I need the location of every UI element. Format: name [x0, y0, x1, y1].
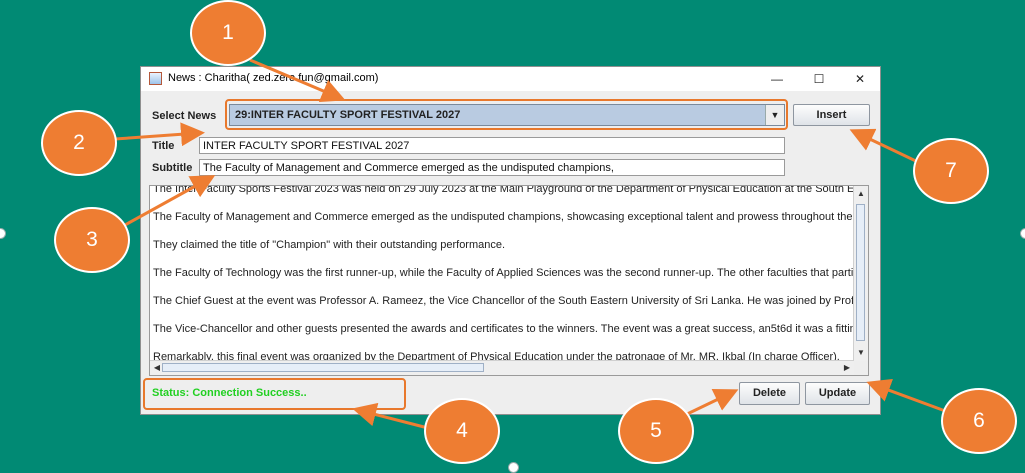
callout-6: 6 — [941, 388, 1017, 454]
arrow-1 — [249, 58, 346, 103]
callout-arrows — [114, 58, 949, 430]
callout-2: 2 — [41, 110, 117, 176]
callout-1: 1 — [190, 0, 266, 66]
arrow-3 — [124, 175, 216, 227]
callout-5: 5 — [618, 398, 694, 464]
arrow-6 — [866, 378, 949, 414]
arrow-5 — [682, 388, 739, 418]
callout-3: 3 — [54, 207, 130, 273]
arrow-4 — [352, 402, 429, 430]
arrow-7 — [849, 128, 921, 165]
arrow-2 — [114, 122, 205, 147]
callout-7: 7 — [913, 138, 989, 204]
callout-4: 4 — [424, 398, 500, 464]
